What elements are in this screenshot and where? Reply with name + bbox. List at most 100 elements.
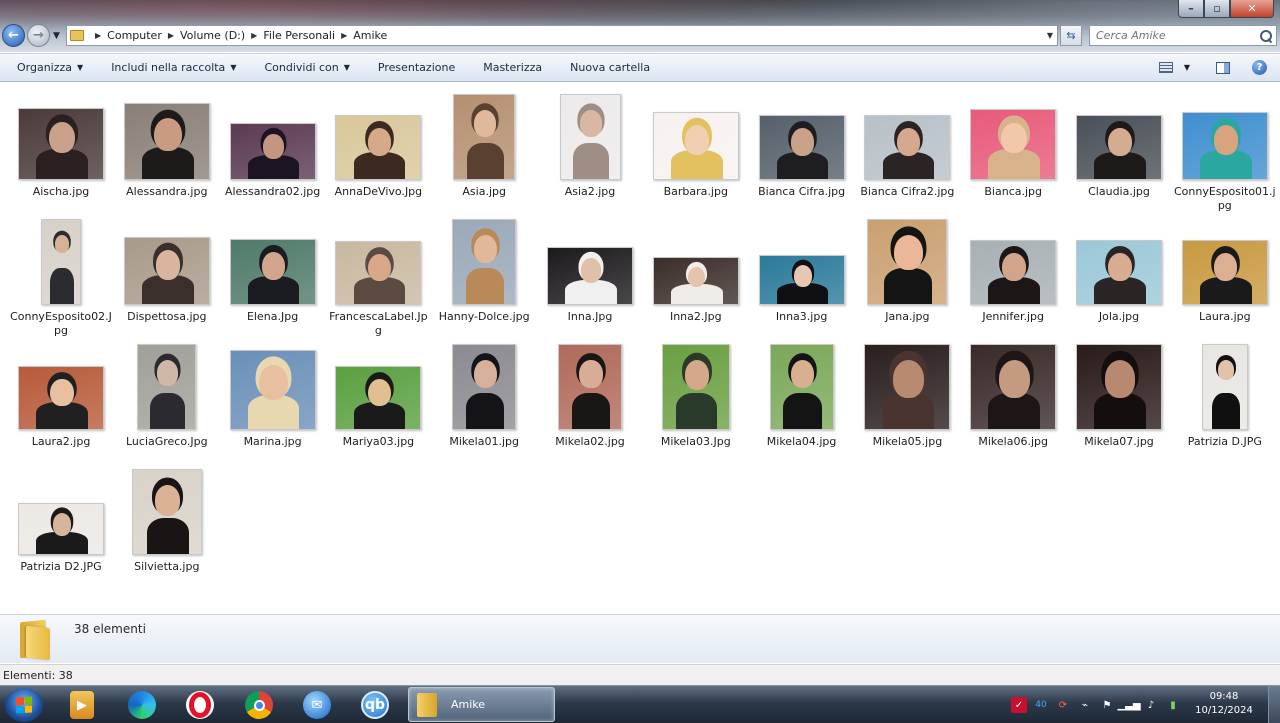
taskbar-window-amike[interactable]: Amike [408, 687, 555, 722]
file-item[interactable]: Alessandra.jpg [114, 92, 220, 199]
minimize-button[interactable]: – [1178, 0, 1204, 18]
taskbar-qbittorrent[interactable]: qb [350, 689, 400, 721]
file-item[interactable]: Jana.jpg [854, 217, 960, 324]
close-button[interactable]: ✕ [1230, 0, 1274, 18]
file-item[interactable]: Elena.Jpg [220, 217, 326, 324]
view-options-dropdown-icon[interactable]: ▼ [1184, 63, 1190, 72]
file-item[interactable]: Alessandra02.jpg [220, 92, 326, 199]
preview-pane-icon[interactable] [1216, 61, 1230, 74]
file-item[interactable]: Mariya03.jpg [325, 342, 431, 449]
breadcrumb-separator-icon[interactable]: ▶ [341, 31, 347, 40]
file-item[interactable]: Mikela03.Jpg [643, 342, 749, 449]
image-thumbnail [452, 344, 517, 430]
file-item[interactable]: Inna3.jpg [749, 217, 855, 324]
tray-badge-icon[interactable]: 40 [1033, 697, 1049, 713]
toolbar-button[interactable]: Masterizza [469, 54, 556, 81]
file-item[interactable]: Dispettosa.jpg [114, 217, 220, 324]
breadcrumb-item[interactable]: Amike [353, 29, 387, 42]
file-item[interactable]: Bianca Cifra.jpg [749, 92, 855, 199]
taskbar-media-player[interactable]: ▶ [57, 689, 107, 721]
file-item[interactable]: LuciaGreco.Jpg [114, 342, 220, 449]
file-item[interactable]: Silvietta.jpg [114, 467, 220, 574]
file-item[interactable]: FrancescaLabel.Jpg [325, 217, 431, 338]
file-item[interactable]: ConnyEsposito01.jpg [1172, 92, 1278, 213]
thumbnail-frame [643, 92, 749, 180]
file-item[interactable]: Mikela04.jpg [749, 342, 855, 449]
start-button[interactable] [5, 688, 43, 722]
image-thumbnail [970, 344, 1057, 430]
file-item[interactable]: Laura2.jpg [8, 342, 114, 449]
file-item[interactable]: Jennifer.jpg [960, 217, 1066, 324]
breadcrumb-separator-icon[interactable]: ▶ [168, 31, 174, 40]
breadcrumb-item[interactable]: Computer [107, 29, 162, 42]
file-item[interactable]: Mikela01.jpg [431, 342, 537, 449]
toolbar-button[interactable]: Presentazione [364, 54, 469, 81]
thumbnail-frame [114, 467, 220, 555]
image-thumbnail [452, 219, 517, 305]
volume-icon[interactable]: ♪ [1143, 697, 1159, 713]
file-item[interactable]: Barbara.jpg [643, 92, 749, 199]
file-item[interactable]: AnnaDeVivo.Jpg [325, 92, 431, 199]
file-item[interactable]: Aischa.jpg [8, 92, 114, 199]
toolbar-button[interactable]: Includi nella raccolta ▼ [97, 54, 250, 81]
file-item[interactable]: Mikela06.jpg [960, 342, 1066, 449]
file-name: Silvietta.jpg [134, 560, 200, 573]
breadcrumb-item[interactable]: Volume (D:) [180, 29, 245, 42]
clock[interactable]: 09:48 10/12/2024 [1192, 690, 1256, 718]
thumbnail-frame [431, 342, 537, 430]
file-item[interactable]: Mikela02.jpg [537, 342, 643, 449]
toolbar-button[interactable]: Nuova cartella [556, 54, 664, 81]
search-icon[interactable] [1260, 29, 1272, 42]
file-item[interactable]: Mikela05.jpg [854, 342, 960, 449]
flag-icon[interactable]: ⚑ [1099, 697, 1115, 713]
breadcrumb-item[interactable]: File Personali [263, 29, 335, 42]
address-bar[interactable]: ▶ Computer ▶ Volume (D:) ▶ File Personali ▶ Ami… [66, 25, 1058, 46]
file-item[interactable]: Laura.jpg [1172, 217, 1278, 324]
address-dropdown-icon[interactable]: ▼ [1043, 31, 1057, 40]
file-item[interactable]: Jola.jpg [1066, 217, 1172, 324]
file-name: AnnaDeVivo.Jpg [334, 185, 423, 198]
thumbnail-frame [431, 92, 537, 180]
sync-icon[interactable]: ⟳ [1055, 697, 1071, 713]
file-item[interactable]: Asia.jpg [431, 92, 537, 199]
taskbar-edge[interactable] [117, 689, 167, 721]
file-item[interactable]: Patrizia D2.JPG [8, 467, 114, 574]
image-thumbnail [970, 109, 1057, 180]
show-desktop-button[interactable] [1268, 686, 1280, 723]
antivirus-icon[interactable]: ✓ [1011, 697, 1027, 713]
file-item[interactable]: Marina.jpg [220, 342, 326, 449]
breadcrumb-separator-icon[interactable]: ▶ [251, 31, 257, 40]
file-item[interactable]: Hanny-Dolce.jpg [431, 217, 537, 324]
file-item[interactable]: Mikela07.jpg [1066, 342, 1172, 449]
file-item[interactable]: Claudia.jpg [1066, 92, 1172, 199]
taskbar-opera[interactable] [175, 689, 225, 721]
toolbar-button[interactable]: Condividi con ▼ [250, 54, 363, 81]
file-item[interactable]: Inna2.Jpg [643, 217, 749, 324]
breadcrumb-separator-icon[interactable]: ▶ [95, 31, 101, 40]
maximize-button[interactable]: ▫ [1204, 0, 1230, 18]
file-item[interactable]: Bianca Cifra2.jpg [854, 92, 960, 199]
search-box[interactable] [1089, 25, 1277, 46]
taskbar-chrome[interactable] [234, 689, 284, 721]
refresh-button[interactable]: ⇆ [1060, 25, 1082, 46]
file-item[interactable]: Asia2.jpg [537, 92, 643, 199]
search-input[interactable] [1090, 29, 1250, 42]
change-view-icon[interactable] [1158, 62, 1173, 73]
file-item[interactable]: Bianca.jpg [960, 92, 1066, 199]
taskbar-thunderbird[interactable]: ✉ [292, 689, 342, 721]
power-icon[interactable]: ▮ [1165, 697, 1181, 713]
help-icon[interactable]: ? [1252, 60, 1267, 75]
recent-pages-dropdown[interactable]: ▼ [53, 31, 60, 41]
file-item[interactable]: Inna.Jpg [537, 217, 643, 324]
back-button[interactable]: ← [2, 24, 25, 47]
thumbnail-frame [643, 217, 749, 305]
thumbnail-frame [431, 217, 537, 305]
image-thumbnail [652, 257, 739, 305]
file-item[interactable]: ConnyEsposito02.Jpg [8, 217, 114, 338]
toolbar-button[interactable]: Organizza ▼ [0, 54, 97, 81]
thumbnail-frame [325, 92, 431, 180]
forward-button[interactable]: → [27, 24, 50, 47]
network-signal-icon[interactable]: ▁▃▅ [1117, 697, 1140, 713]
satellite-icon[interactable]: ⌁ [1077, 697, 1093, 713]
file-item[interactable]: Patrizia D.JPG [1172, 342, 1278, 449]
